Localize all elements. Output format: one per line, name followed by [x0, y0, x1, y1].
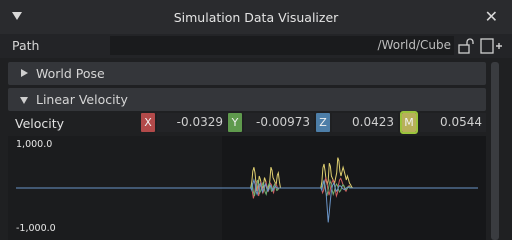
- unlock-icon[interactable]: [458, 37, 474, 54]
- y-max-label: 1,000.0: [16, 139, 53, 150]
- x-axis-badge: X: [141, 113, 155, 132]
- path-label: Path: [12, 38, 40, 53]
- y-value-field[interactable]: -0.00973: [244, 113, 314, 132]
- velocity-plot[interactable]: 1,000.0 -1,000.0: [8, 136, 486, 240]
- velocity-row: Velocity X -0.0329 Y -0.00973 Z 0.0423 M…: [8, 111, 486, 135]
- y-min-label: -1,000.0: [16, 223, 56, 234]
- collapse-icon: [20, 97, 28, 104]
- window-title: Simulation Data Visualizer: [173, 10, 339, 25]
- expand-icon: [21, 69, 28, 77]
- z-axis-badge: Z: [316, 113, 330, 132]
- plot-canvas: [16, 136, 486, 240]
- velocity-label: Velocity: [15, 116, 65, 131]
- section-linear-velocity[interactable]: Linear Velocity: [8, 88, 486, 111]
- magnitude-value-field[interactable]: 0.0544: [420, 113, 486, 132]
- y-axis-badge: Y: [228, 113, 242, 132]
- section-world-pose[interactable]: World Pose: [8, 62, 486, 85]
- title-bar: Simulation Data Visualizer ✕: [0, 0, 512, 35]
- add-target-icon[interactable]: [480, 37, 502, 55]
- magnitude-badge[interactable]: M: [400, 111, 418, 134]
- section-label: World Pose: [36, 66, 105, 81]
- path-input[interactable]: /World/Cube: [110, 36, 454, 55]
- close-icon[interactable]: ✕: [485, 7, 498, 26]
- z-value-field[interactable]: 0.0423: [332, 113, 398, 132]
- x-value-field[interactable]: -0.0329: [157, 113, 227, 132]
- section-label: Linear Velocity: [36, 92, 128, 107]
- path-row: Path /World/Cube: [0, 34, 512, 58]
- scrollbar[interactable]: [491, 62, 499, 240]
